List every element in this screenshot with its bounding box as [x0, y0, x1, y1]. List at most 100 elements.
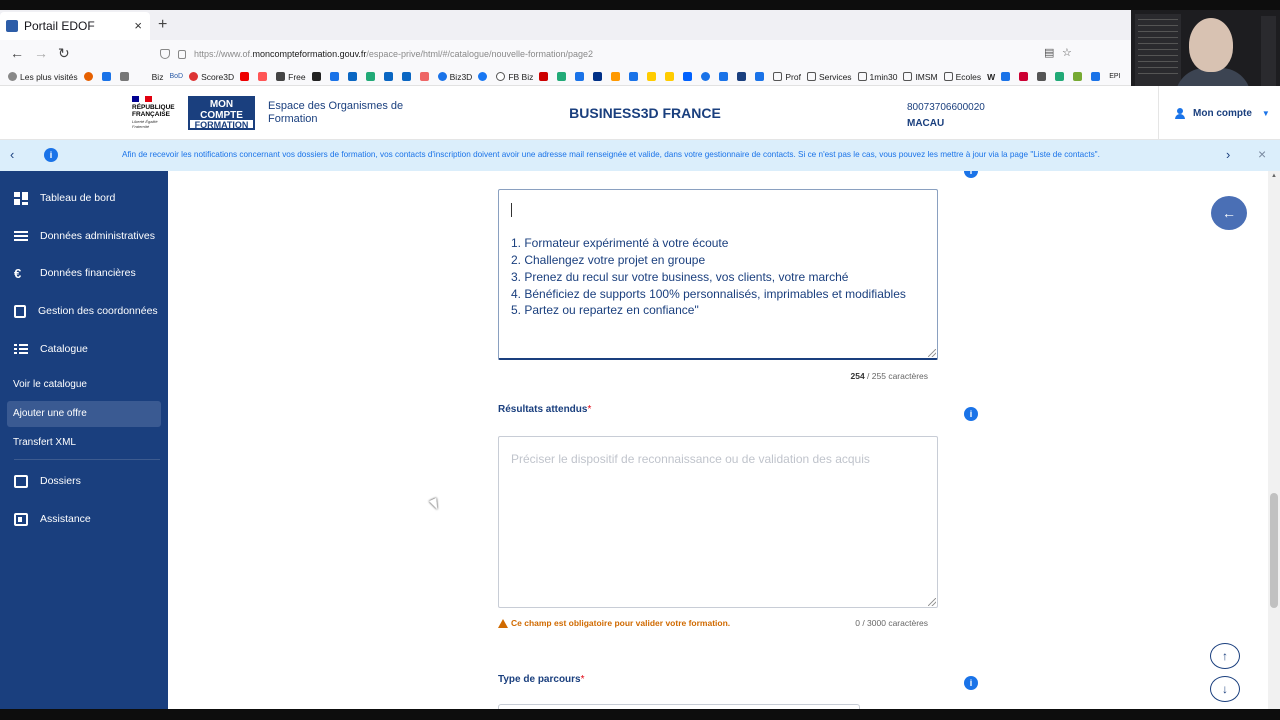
site-icon	[1019, 72, 1029, 81]
tab-close-icon[interactable]: ×	[134, 18, 142, 33]
resultats-attendus-textarea[interactable]: Préciser le dispositif de reconnaissance…	[498, 436, 938, 608]
site-icon	[539, 72, 549, 81]
bookmark-1min30[interactable]: 1min30	[857, 72, 897, 82]
bookmark-bod[interactable]: BoD	[169, 73, 183, 80]
site-icon	[611, 72, 621, 81]
info-icon[interactable]: i	[964, 676, 978, 690]
sidebar-item-donnees-administratives[interactable]: Données administratives	[0, 224, 168, 248]
site-header: RÉPUBLIQUE FRANÇAISE Liberté Égalité Fra…	[0, 86, 1280, 140]
bookmark-star-icon[interactable]: ☆	[1062, 46, 1072, 59]
sidebar-item-gestion-coordonnees[interactable]: Gestion des coordonnées	[0, 299, 168, 323]
sidebar-item-catalogue[interactable]: Catalogue	[0, 337, 168, 361]
resultats-counter: 0 / 3000 caractères	[855, 618, 928, 628]
scroll-up-arrow-icon[interactable]: ▲	[1271, 173, 1277, 179]
bookmark-score3d[interactable]: Score3D	[189, 72, 234, 82]
back-arrow-icon[interactable]: ←	[10, 45, 24, 61]
site-icon	[1037, 72, 1047, 81]
organisme-info: 80073706600020 MACAU	[907, 100, 985, 132]
sidebar-subitem-ajouter-offre[interactable]: Ajouter une offre	[7, 401, 161, 427]
account-menu[interactable]: Mon compte ▼	[1158, 86, 1280, 140]
bookmark-fb-biz[interactable]: FB Biz	[496, 72, 533, 82]
scrollbar-thumb[interactable]	[1270, 493, 1278, 608]
new-tab-button[interactable]: +	[158, 16, 167, 34]
scroll-up-button[interactable]: ↑	[1210, 643, 1240, 669]
sidebar-item-label: Gestion des coordonnées	[38, 305, 158, 317]
sidebar-subitem-transfert-xml[interactable]: Transfert XML	[0, 430, 168, 456]
clipboard-icon	[14, 304, 26, 318]
bookmark-biz3d[interactable]: Biz3D	[437, 72, 472, 82]
points-forts-value: 1. Formateur expérimenté à votre écoute …	[511, 236, 906, 318]
reload-icon[interactable]: ↻	[58, 45, 70, 62]
site-icon	[258, 72, 268, 81]
bookmark-biz[interactable]: Biz	[152, 72, 164, 82]
bookmark-wikipedia[interactable]: W	[987, 72, 995, 82]
webcam-background-slides	[1135, 14, 1181, 90]
sidebar-divider	[14, 459, 160, 460]
close-icon[interactable]: ×	[1258, 146, 1266, 162]
folder-icon	[903, 72, 913, 81]
browser-tab[interactable]: Portail EDOF ×	[0, 12, 150, 40]
sidebar-item-label: Tableau de bord	[40, 192, 116, 204]
sidebar-item-label: Dossiers	[40, 475, 81, 487]
sidebar-item-label: Données administratives	[40, 230, 155, 242]
resize-grip-icon[interactable]	[928, 598, 936, 606]
info-icon[interactable]: i	[964, 171, 978, 178]
bookmark-free[interactable]: Free	[276, 72, 306, 82]
warning-text: Ce champ est obligatoire pour valider vo…	[511, 618, 731, 628]
url-bar[interactable]: https://www.of. moncompteformation.gouv.f…	[150, 43, 1080, 65]
folder-icon	[943, 72, 953, 81]
site-icon	[1091, 72, 1101, 81]
tab-title: Portail EDOF	[24, 19, 95, 33]
site-icon	[365, 72, 375, 81]
resize-grip-icon[interactable]	[928, 349, 936, 357]
bookmark-most-visited[interactable]: Les plus visités	[8, 72, 78, 82]
site-icon	[101, 72, 111, 81]
site-icon	[1001, 72, 1011, 81]
site-icon	[755, 72, 765, 81]
site-icon	[1073, 72, 1083, 81]
sidebar-item-donnees-financieres[interactable]: € Données financières	[0, 261, 168, 285]
site-icon	[419, 72, 429, 81]
url-domain: moncompteformation.gouv.fr	[252, 49, 367, 59]
bookmark-services[interactable]: Services	[806, 72, 852, 82]
bookmark-ecoles[interactable]: Ecoles	[943, 72, 981, 82]
back-button[interactable]: ←	[1211, 196, 1247, 230]
sidebar-item-dossiers[interactable]: Dossiers	[0, 469, 168, 493]
sidebar-item-label: Catalogue	[40, 343, 88, 355]
site-icon	[665, 72, 675, 81]
sidebar-item-label: Assistance	[40, 513, 91, 525]
site-icon	[701, 72, 711, 81]
scroll-down-button[interactable]: ↓	[1210, 676, 1240, 702]
inbox-icon	[14, 474, 28, 488]
reader-view-icon[interactable]: ▤	[1044, 46, 1054, 59]
bookmarks-bar: Les plus visités Biz BoD Score3D Free Bi…	[0, 68, 1280, 86]
sidebar-subitem-voir-catalogue[interactable]: Voir le catalogue	[0, 372, 168, 398]
page-scrollbar[interactable]: ▲	[1268, 171, 1280, 709]
site-icon	[347, 72, 357, 81]
required-mark: *	[580, 674, 585, 685]
bookmark-prof[interactable]: Prof	[773, 72, 801, 82]
siret-number: 80073706600020	[907, 102, 985, 113]
bookmark-epi[interactable]: EPI	[1109, 73, 1120, 80]
score3d-icon	[189, 72, 199, 81]
site-icon	[575, 72, 585, 81]
points-forts-textarea[interactable]: 1. Formateur expérimenté à votre écoute …	[498, 189, 938, 360]
linkedin-icon	[401, 72, 411, 81]
resultats-attendus-label: Résultats attendus*	[498, 404, 592, 415]
site-icon	[719, 72, 729, 81]
folder-icon	[857, 72, 867, 81]
chevron-right-icon[interactable]: ›	[1226, 147, 1230, 162]
site-icon	[647, 72, 657, 81]
site-icon	[737, 72, 747, 81]
type-parcours-label: Type de parcours*	[498, 674, 585, 685]
bookmark-imsm[interactable]: IMSM	[903, 72, 938, 82]
sidebar-item-assistance[interactable]: Assistance	[0, 507, 168, 531]
notification-message[interactable]: Afin de recevoir les notifications conce…	[122, 150, 1100, 159]
organisme-city: MACAU	[907, 118, 945, 129]
chevron-left-icon[interactable]: ‹	[10, 147, 14, 162]
dropbox-icon	[683, 72, 693, 81]
text-caret	[511, 203, 512, 217]
sidebar-item-tableau-de-bord[interactable]: Tableau de bord	[0, 186, 168, 210]
info-icon[interactable]: i	[964, 407, 978, 421]
forward-arrow-icon[interactable]: →	[34, 45, 48, 61]
